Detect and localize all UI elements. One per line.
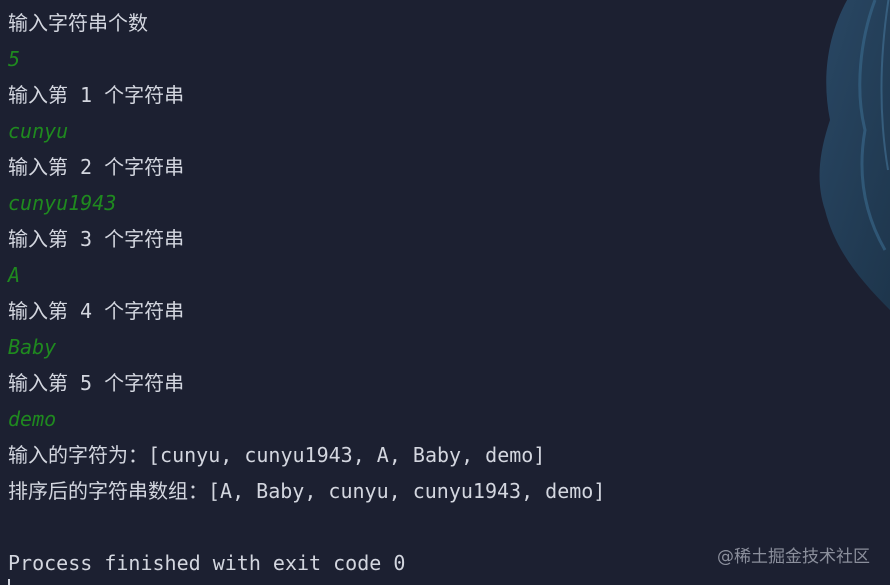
console-line-input: A (8, 263, 21, 287)
console-line-output: 输入的字符为：[cunyu, cunyu1943, A, Baby, demo] (8, 443, 546, 467)
watermark: @稀土掘金技术社区 (717, 547, 870, 567)
console-line-prompt: 输入字符串个数 (8, 11, 148, 35)
console-line-prompt: 输入第 2 个字符串 (8, 155, 185, 179)
console-line-input: cunyu (8, 119, 69, 143)
console-line-input: 5 (8, 47, 21, 71)
console-line-input: cunyu1943 (8, 191, 117, 215)
console-line-input: demo (8, 407, 57, 431)
run-console[interactable]: 输入字符串个数 5 输入第 1 个字符串 cunyu 输入第 2 个字符串 cu… (0, 0, 890, 585)
text-cursor (8, 579, 10, 585)
console-line-prompt: 输入第 1 个字符串 (8, 83, 185, 107)
background-artwork (819, 0, 890, 310)
console-line-output: 排序后的字符串数组：[A, Baby, cunyu, cunyu1943, de… (8, 479, 606, 503)
console-line-prompt: 输入第 5 个字符串 (8, 371, 185, 395)
process-exit-message: Process finished with exit code 0 (8, 551, 406, 575)
console-line-prompt: 输入第 4 个字符串 (8, 299, 185, 323)
console-line-prompt: 输入第 3 个字符串 (8, 227, 185, 251)
console-line-input: Baby (8, 335, 57, 359)
